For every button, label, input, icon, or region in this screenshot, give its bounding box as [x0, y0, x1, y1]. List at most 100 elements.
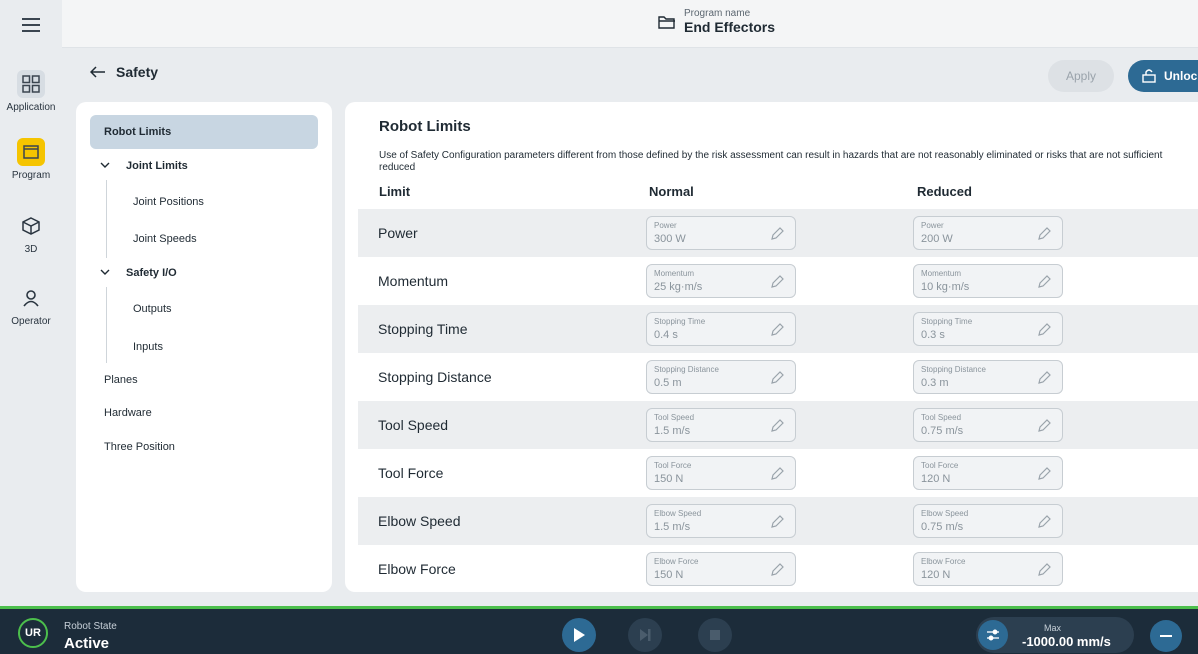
field-label: Stopping Distance	[654, 365, 719, 374]
field-label: Elbow Force	[921, 557, 966, 566]
step-forward-icon	[640, 629, 651, 641]
rail-label: Program	[11, 170, 51, 181]
limit-label: Tool Force	[378, 465, 444, 481]
chevron-down-icon	[100, 162, 110, 168]
rail-item-3d[interactable]: 3D	[0, 212, 62, 255]
normal-value-field[interactable]: Tool Force 150 N	[646, 456, 796, 490]
pencil-icon[interactable]	[769, 226, 785, 247]
field-value: 200 W	[921, 233, 953, 245]
rail-item-program[interactable]: Program	[0, 138, 62, 181]
step-button[interactable]	[628, 618, 662, 652]
nav-item-inputs[interactable]: Inputs	[133, 341, 163, 353]
pencil-icon[interactable]	[1036, 226, 1052, 247]
rail-label: Operator	[11, 316, 51, 327]
field-value: 0.75 m/s	[921, 425, 964, 437]
robot-state-label: Robot State	[64, 621, 117, 632]
pencil-icon[interactable]	[1036, 322, 1052, 343]
normal-value-field[interactable]: Power 300 W	[646, 216, 796, 250]
decrease-speed-button[interactable]	[1150, 620, 1182, 652]
nav-item-joint-speeds[interactable]: Joint Speeds	[133, 233, 197, 245]
field-label: Momentum	[921, 269, 962, 278]
reduced-value-field[interactable]: Momentum 10 kg·m/s	[913, 264, 1063, 298]
stop-button[interactable]	[698, 618, 732, 652]
nav-item-safety-io[interactable]: Safety I/O	[126, 267, 177, 279]
play-icon	[574, 628, 585, 642]
rail-label: 3D	[24, 244, 38, 255]
pencil-icon[interactable]	[1036, 418, 1052, 439]
top-bar: Program name End Effectors	[62, 0, 1198, 48]
field-label: Stopping Time	[921, 317, 973, 326]
folder-icon	[658, 15, 675, 29]
field-label: Elbow Speed	[921, 509, 969, 518]
apply-button[interactable]: Apply	[1048, 60, 1114, 92]
table-row: Power Power 300 W Power 200 W	[358, 209, 1198, 257]
limit-label: Elbow Force	[378, 561, 456, 577]
field-value: 0.3 m	[921, 377, 949, 389]
table-row: Stopping Time Stopping Time 0.4 s Stopping …	[358, 305, 1198, 353]
reduced-value-field[interactable]: Power 200 W	[913, 216, 1063, 250]
unlock-button[interactable]: Unlock	[1128, 60, 1198, 92]
normal-value-field[interactable]: Elbow Force 150 N	[646, 552, 796, 586]
normal-value-field[interactable]: Momentum 25 kg·m/s	[646, 264, 796, 298]
field-label: Tool Force	[921, 461, 959, 470]
speed-control[interactable]: Max -1000.00 mm/s	[976, 617, 1134, 653]
play-button[interactable]	[562, 618, 596, 652]
pencil-icon[interactable]	[769, 322, 785, 343]
program-name-display[interactable]: Program name End Effectors	[658, 8, 775, 35]
reduced-value-field[interactable]: Elbow Speed 0.75 m/s	[913, 504, 1063, 538]
speed-settings-button[interactable]	[978, 620, 1008, 650]
field-label: Power	[921, 221, 944, 230]
pencil-icon[interactable]	[769, 466, 785, 487]
field-label: Power	[654, 221, 677, 230]
limit-label: Stopping Time	[378, 321, 468, 337]
normal-value-field[interactable]: Tool Speed 1.5 m/s	[646, 408, 796, 442]
safety-warning-text: Use of Safety Configuration parameters d…	[379, 150, 1163, 173]
pencil-icon[interactable]	[769, 562, 785, 583]
pencil-icon[interactable]	[769, 274, 785, 295]
status-bar: UR Robot State Active Max -1000.00 mm/s	[0, 606, 1198, 654]
column-header-reduced: Reduced	[917, 184, 972, 199]
nav-item-hardware[interactable]: Hardware	[104, 407, 152, 419]
reduced-value-field[interactable]: Stopping Distance 0.3 m	[913, 360, 1063, 394]
robot-state-value: Active	[64, 635, 110, 652]
nav-item-three-position[interactable]: Three Position	[104, 441, 175, 453]
grid-icon	[17, 70, 45, 98]
back-button[interactable]: Safety	[90, 64, 158, 80]
hamburger-menu-icon[interactable]	[22, 18, 40, 36]
pencil-icon[interactable]	[769, 514, 785, 535]
normal-value-field[interactable]: Stopping Time 0.4 s	[646, 312, 796, 346]
rail-label: Application	[6, 102, 56, 113]
reduced-value-field[interactable]: Stopping Time 0.3 s	[913, 312, 1063, 346]
field-label: Tool Speed	[921, 413, 962, 422]
pencil-icon[interactable]	[1036, 466, 1052, 487]
program-name-value: End Effectors	[684, 19, 776, 35]
program-name-label: Program name	[684, 8, 751, 19]
arrow-left-icon	[90, 66, 105, 78]
limit-label: Power	[378, 225, 418, 241]
left-rail: Application Program 3D Operator	[0, 0, 62, 606]
reduced-value-field[interactable]: Tool Force 120 N	[913, 456, 1063, 490]
pencil-icon[interactable]	[769, 370, 785, 391]
pencil-icon[interactable]	[1036, 562, 1052, 583]
minus-icon	[1160, 635, 1172, 637]
pencil-icon[interactable]	[1036, 370, 1052, 391]
rail-item-operator[interactable]: Operator	[0, 284, 62, 327]
nav-item-planes[interactable]: Planes	[104, 374, 138, 386]
reduced-value-field[interactable]: Tool Speed 0.75 m/s	[913, 408, 1063, 442]
reduced-value-field[interactable]: Elbow Force 120 N	[913, 552, 1063, 586]
field-value: 300 W	[654, 233, 686, 245]
pencil-icon[interactable]	[1036, 514, 1052, 535]
nav-item-joint-limits[interactable]: Joint Limits	[126, 160, 188, 172]
normal-value-field[interactable]: Stopping Distance 0.5 m	[646, 360, 796, 394]
field-value: 0.3 s	[921, 329, 945, 341]
normal-value-field[interactable]: Elbow Speed 1.5 m/s	[646, 504, 796, 538]
nav-item-outputs[interactable]: Outputs	[133, 303, 172, 315]
program-icon	[17, 138, 45, 166]
pencil-icon[interactable]	[1036, 274, 1052, 295]
nav-item-joint-positions[interactable]: Joint Positions	[133, 196, 204, 208]
table-row: Elbow Speed Elbow Speed 1.5 m/s Elbow Speed…	[358, 497, 1198, 545]
rail-item-application[interactable]: Application	[0, 70, 62, 113]
nav-label-robot-limits: Robot Limits	[104, 126, 172, 138]
field-value: 25 kg·m/s	[654, 281, 703, 293]
pencil-icon[interactable]	[769, 418, 785, 439]
